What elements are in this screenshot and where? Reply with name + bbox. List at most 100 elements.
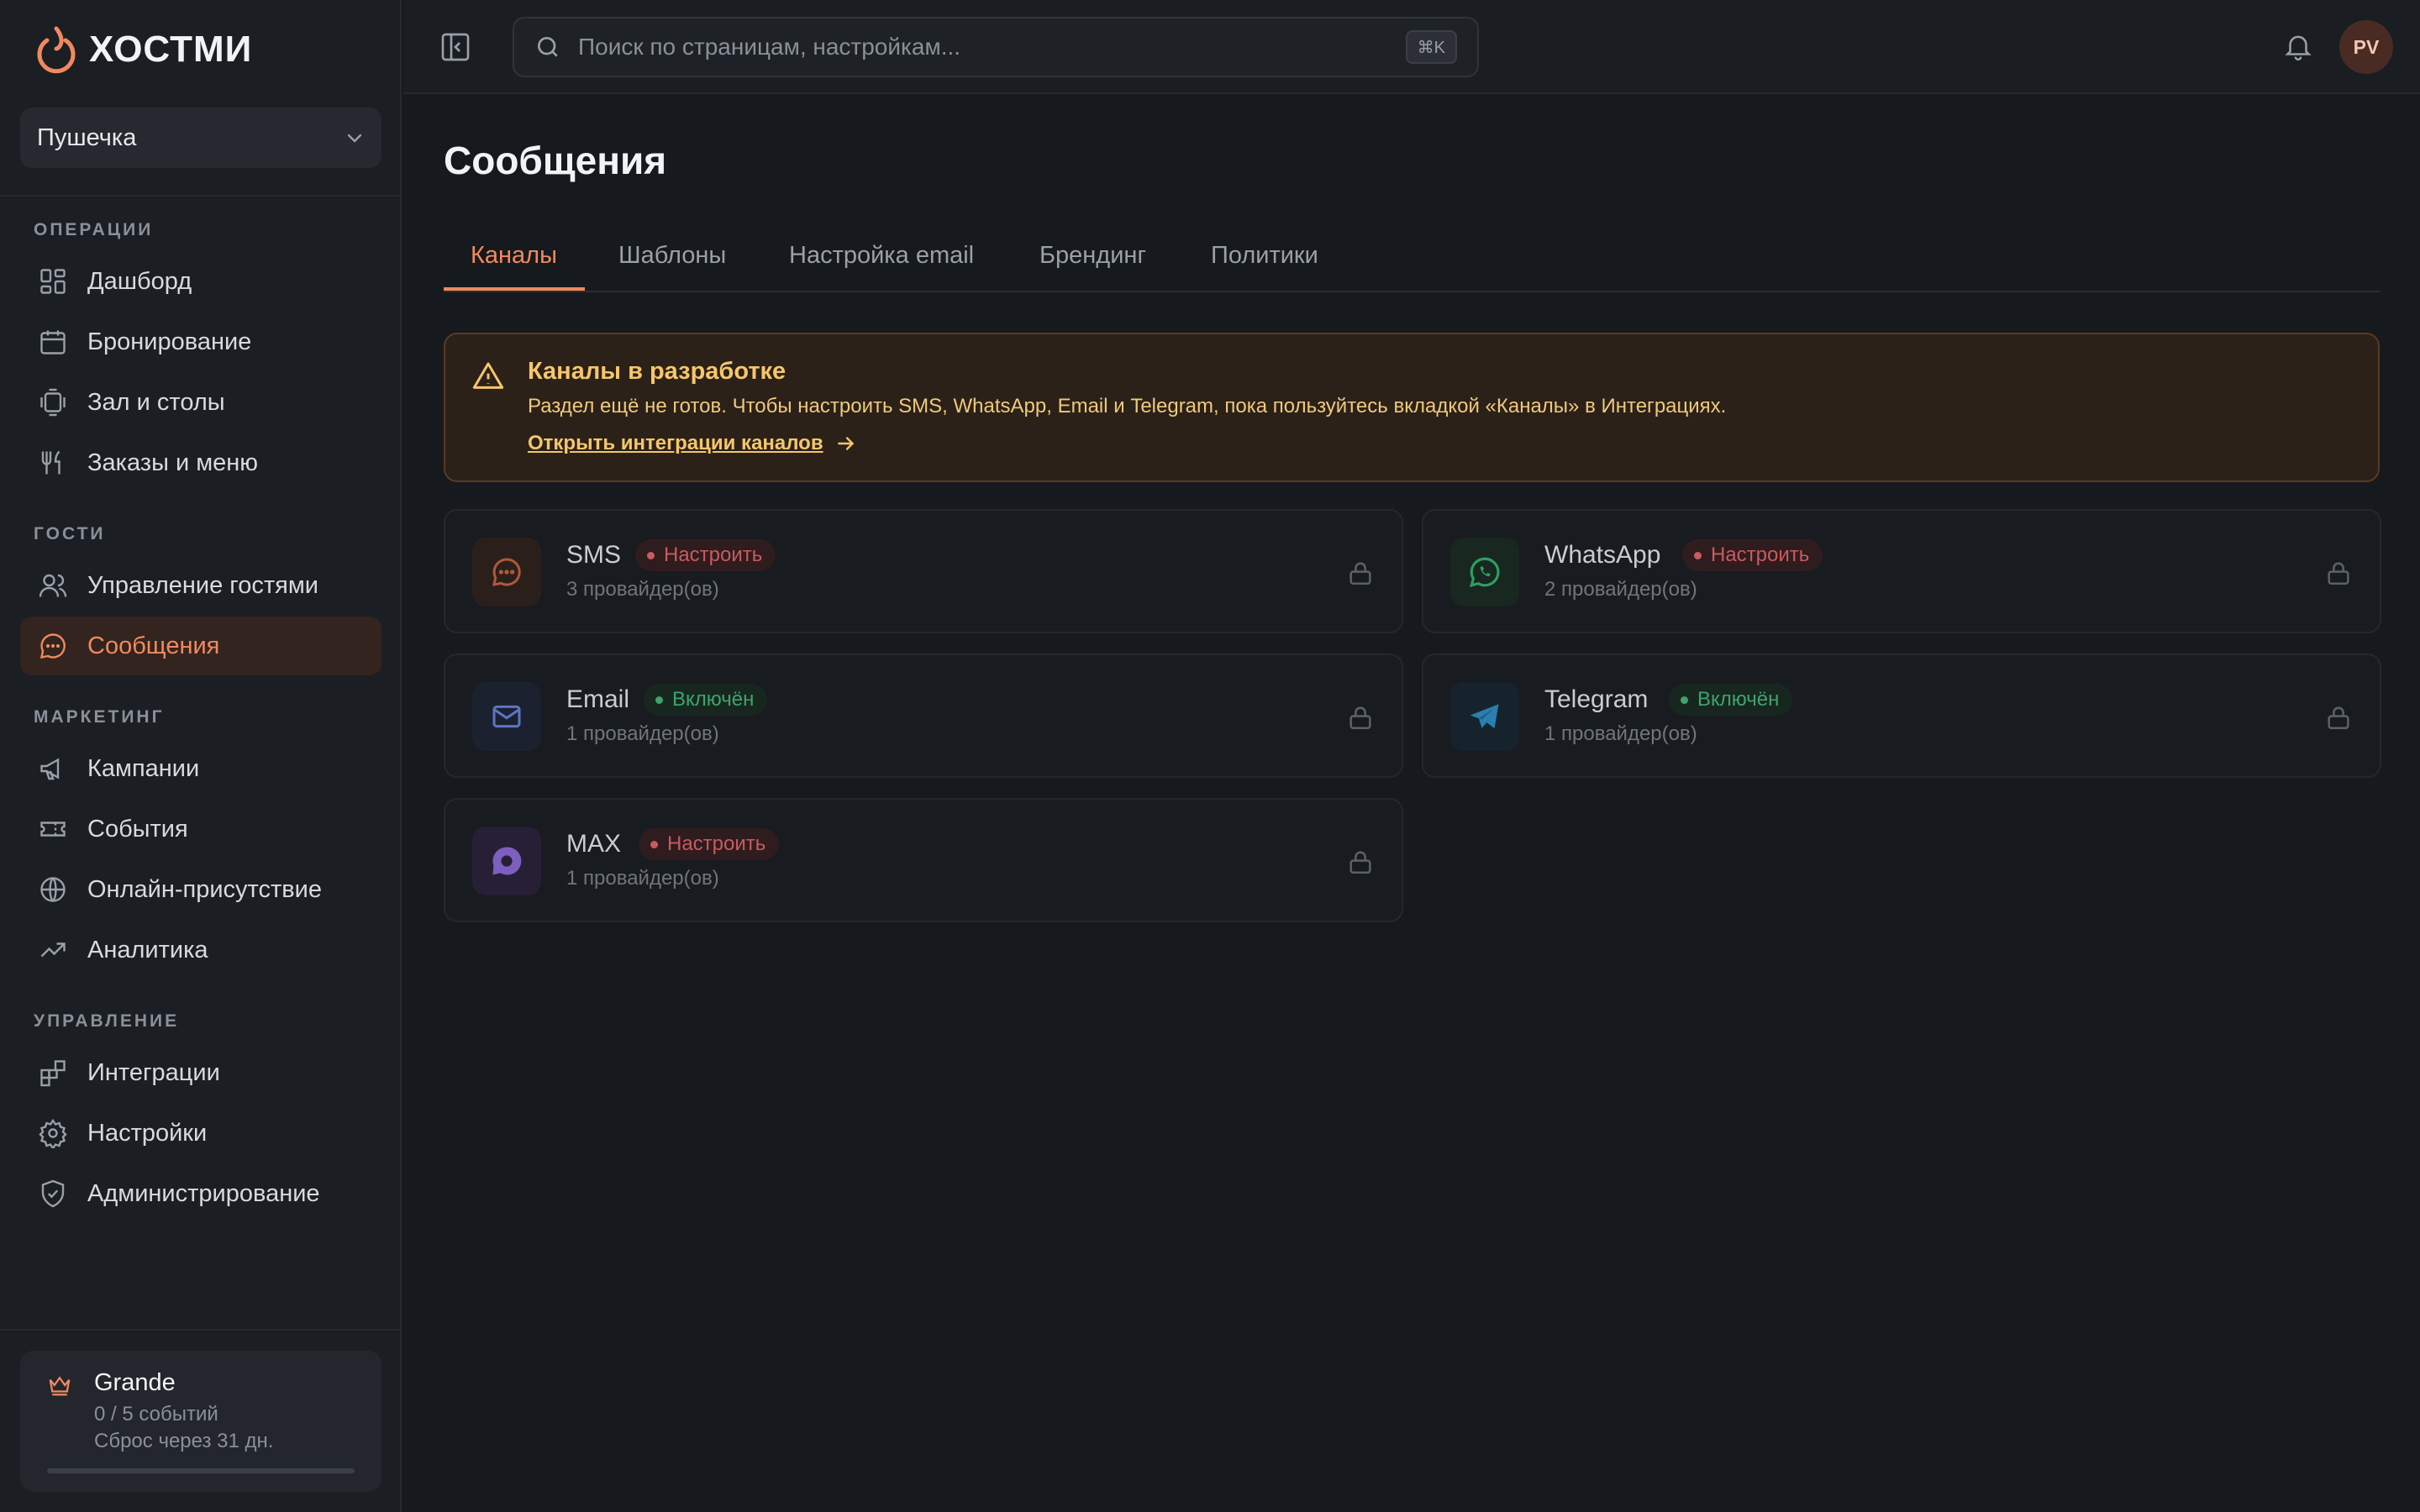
notifications-button[interactable] xyxy=(2282,30,2314,66)
integrations-icon xyxy=(37,1057,69,1089)
tabs: Каналы Шаблоны Настройка email Брендинг … xyxy=(444,232,2380,292)
sidebar: ХОСТМИ Пушечка ОПЕРАЦИИ Дашборд Брониров… xyxy=(0,0,402,1512)
channel-providers: 1 провайдер(ов) xyxy=(1544,722,1697,745)
sidebar-item-label: Администрирование xyxy=(87,1179,320,1207)
status-badge: Включён xyxy=(644,684,768,716)
channel-card-email[interactable]: Email Включён 1 провайдер(ов) xyxy=(444,654,1403,778)
sidebar-item-online[interactable]: Онлайн-присутствие xyxy=(20,860,381,919)
sidebar-divider xyxy=(0,1329,402,1331)
sidebar-item-analytics[interactable]: Аналитика xyxy=(20,921,381,979)
tab-branding[interactable]: Брендинг xyxy=(1039,242,1146,270)
search-input[interactable]: Поиск по страницам, настройкам... ⌘K xyxy=(513,17,1479,77)
venue-name: Пушечка xyxy=(37,123,137,151)
users-icon xyxy=(37,570,69,601)
megaphone-icon xyxy=(37,753,69,785)
sidebar-item-label: Дашборд xyxy=(87,267,192,295)
tables-icon xyxy=(37,386,69,418)
channel-providers: 1 провайдер(ов) xyxy=(566,722,719,745)
channel-name: SMS xyxy=(566,541,622,569)
plan-progress-bar xyxy=(47,1468,355,1473)
channel-card-telegram[interactable]: Telegram Включён 1 провайдер(ов) xyxy=(1422,654,2381,778)
brand-name: ХОСТМИ xyxy=(89,29,253,70)
status-badge: Включён xyxy=(1669,684,1793,716)
sidebar-item-label: Заказы и меню xyxy=(87,449,259,476)
lock-icon xyxy=(1349,706,1371,730)
status-badge: Настроить xyxy=(1682,539,1823,571)
sidebar-item-label: Аналитика xyxy=(87,936,208,963)
bell-icon xyxy=(2285,35,2312,61)
utensils-icon xyxy=(37,447,69,479)
channel-name: MAX xyxy=(566,830,622,858)
sidebar-toggle-button[interactable] xyxy=(439,30,472,68)
sidebar-item-guests[interactable]: Управление гостями xyxy=(20,556,381,615)
sidebar-item-admin[interactable]: Администрирование xyxy=(20,1164,381,1223)
plan-name: Grande xyxy=(94,1369,176,1396)
logo[interactable]: ХОСТМИ xyxy=(35,25,252,74)
channel-card-max[interactable]: MAX Настроить 1 провайдер(ов) xyxy=(444,798,1403,922)
status-badge: Настроить xyxy=(639,828,780,860)
sidebar-item-label: Интеграции xyxy=(87,1058,220,1086)
message-icon xyxy=(37,630,69,662)
lock-icon xyxy=(1349,562,1371,585)
integrations-link[interactable]: Открыть интеграции каналов xyxy=(528,432,857,455)
plan-reset: Сброс через 31 дн. xyxy=(94,1430,274,1452)
search-shortcut: ⌘K xyxy=(1405,30,1457,64)
tab-channels[interactable]: Каналы xyxy=(471,242,557,270)
ticket-icon xyxy=(37,813,69,845)
avatar[interactable]: PV xyxy=(2339,20,2393,74)
channel-name: Telegram xyxy=(1544,685,1649,713)
sidebar-item-label: Управление гостями xyxy=(87,571,318,599)
tab-templates[interactable]: Шаблоны xyxy=(618,242,726,270)
sidebar-item-booking[interactable]: Бронирование xyxy=(20,312,381,371)
section-label-management: УПРАВЛЕНИЕ xyxy=(34,1011,180,1031)
channel-card-whatsapp[interactable]: WhatsApp Настроить 2 провайдер(ов) xyxy=(1422,509,2381,633)
sidebar-item-label: Зал и столы xyxy=(87,388,225,416)
panel-collapse-icon xyxy=(441,33,470,61)
gear-icon xyxy=(37,1117,69,1149)
app: ХОСТМИ Пушечка ОПЕРАЦИИ Дашборд Брониров… xyxy=(0,0,2420,1512)
telegram-icon xyxy=(1450,682,1519,751)
tab-active-indicator xyxy=(444,287,585,291)
sidebar-item-label: Бронирование xyxy=(87,328,252,355)
tab-policies[interactable]: Политики xyxy=(1211,242,1318,270)
sidebar-item-orders[interactable]: Заказы и меню xyxy=(20,433,381,492)
section-label-operations: ОПЕРАЦИИ xyxy=(34,220,154,239)
search-icon xyxy=(538,37,558,57)
sidebar-item-dashboard[interactable]: Дашборд xyxy=(20,252,381,311)
channel-providers: 2 провайдер(ов) xyxy=(1544,578,1697,601)
dashboard-icon xyxy=(37,265,69,297)
sidebar-item-messages[interactable]: Сообщения xyxy=(20,617,381,675)
sidebar-item-label: Сообщения xyxy=(87,632,220,659)
warning-alert: Каналы в разработке Раздел ещё не готов.… xyxy=(444,333,2380,482)
tab-email-settings[interactable]: Настройка email xyxy=(789,242,974,270)
lock-icon xyxy=(2328,706,2349,730)
calendar-icon xyxy=(37,326,69,358)
sidebar-item-integrations[interactable]: Интеграции xyxy=(20,1043,381,1102)
mail-icon xyxy=(472,682,541,751)
search-placeholder: Поиск по страницам, настройкам... xyxy=(578,34,961,60)
sidebar-item-label: События xyxy=(87,815,188,843)
channel-name: Email xyxy=(566,685,630,713)
channel-card-sms[interactable]: SMS Настроить 3 провайдер(ов) xyxy=(444,509,1403,633)
sms-icon xyxy=(472,538,541,606)
channel-providers: 1 провайдер(ов) xyxy=(566,867,719,890)
plan-usage: 0 / 5 событий xyxy=(94,1403,218,1425)
lock-icon xyxy=(2328,562,2349,585)
sidebar-item-label: Настройки xyxy=(87,1119,208,1147)
flame-logo-icon xyxy=(37,26,76,74)
warning-icon xyxy=(472,362,504,389)
channel-providers: 3 провайдер(ов) xyxy=(566,578,719,601)
venue-selector[interactable]: Пушечка xyxy=(20,108,381,168)
sidebar-item-events[interactable]: События xyxy=(20,800,381,858)
chevron-down-icon xyxy=(347,134,362,143)
sidebar-item-campaigns[interactable]: Кампании xyxy=(20,739,381,798)
channel-name: WhatsApp xyxy=(1544,541,1661,569)
alert-text: Раздел ещё не готов. Чтобы настроить SMS… xyxy=(528,395,1727,417)
alert-link-label: Открыть интеграции каналов xyxy=(528,432,823,454)
sidebar-divider xyxy=(0,195,402,197)
plan-card[interactable]: Grande 0 / 5 событий Сброс через 31 дн. xyxy=(20,1351,381,1492)
trending-icon xyxy=(37,934,69,966)
topbar: Поиск по страницам, настройкам... ⌘K PV xyxy=(403,0,2420,94)
sidebar-item-settings[interactable]: Настройки xyxy=(20,1104,381,1163)
sidebar-item-tables[interactable]: Зал и столы xyxy=(20,373,381,432)
